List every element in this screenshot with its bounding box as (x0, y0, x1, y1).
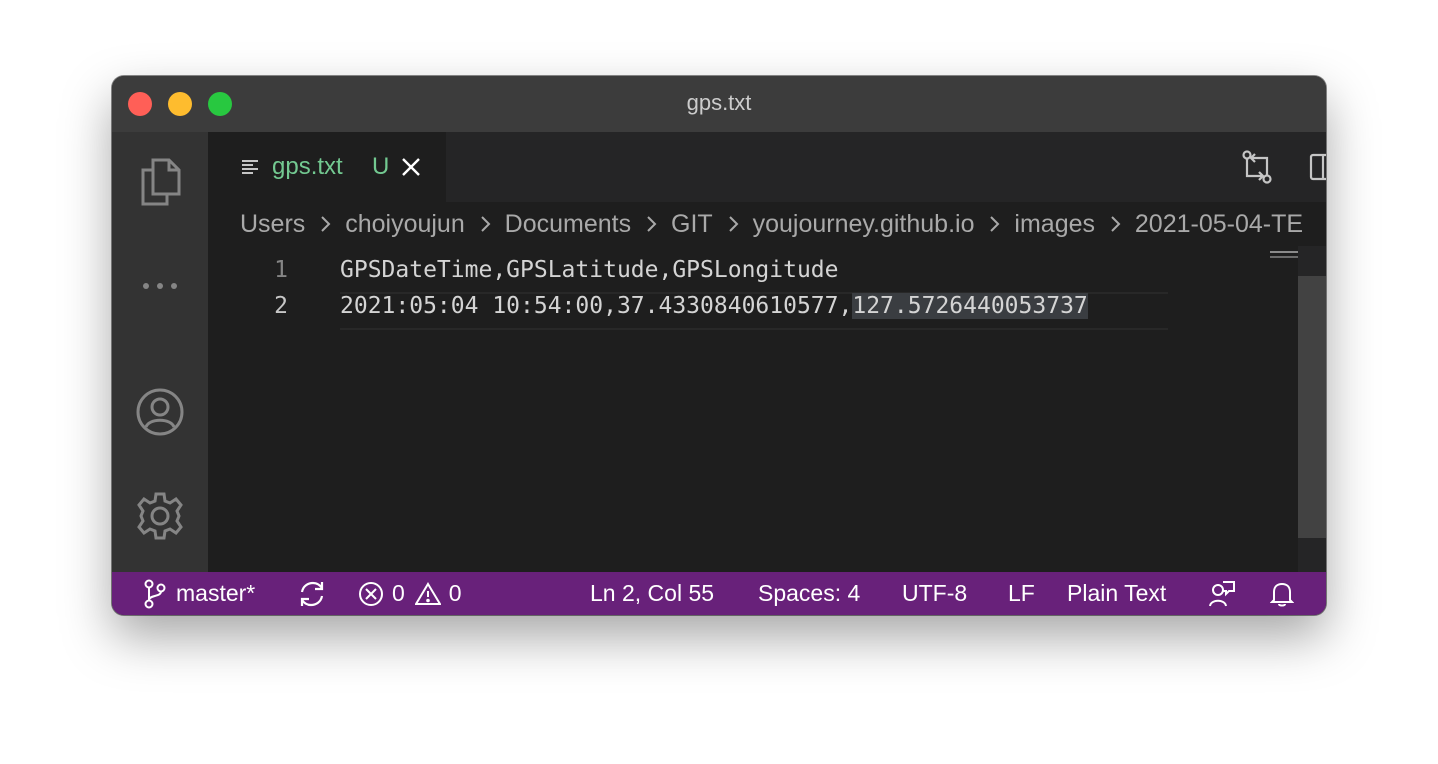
breadcrumb-item[interactable]: images (1014, 202, 1095, 246)
split-editor-icon[interactable] (1306, 150, 1326, 184)
code-line: 1 GPSDateTime,GPSLatitude,GPSLongitude (208, 252, 1268, 288)
chevron-right-icon (728, 216, 739, 232)
account-icon[interactable] (134, 386, 186, 438)
error-count: 0 (392, 580, 405, 606)
selected-text: 127.5726440053737 (852, 293, 1088, 319)
language-mode[interactable]: Plain Text (1067, 572, 1166, 615)
code-line: 2 2021:05:04 10:54:00,37.4330840610577,1… (208, 288, 1268, 324)
breadcrumb: Users choiyoujun Documents GIT youjourne… (208, 202, 1326, 246)
chevron-right-icon (647, 216, 657, 232)
open-changes-icon[interactable] (1240, 150, 1274, 184)
vscode-window: gps.txt gps.txt U Users choiyoujun Docum… (112, 76, 1326, 615)
error-icon (359, 581, 383, 606)
tab-gps-txt[interactable]: gps.txt U (208, 132, 446, 202)
text-file-icon (242, 160, 258, 174)
line-text: GPSDateTime,GPSLatitude,GPSLongitude (340, 257, 839, 283)
cursor-position[interactable]: Ln 2, Col 55 (590, 572, 714, 615)
indentation-status[interactable]: Spaces: 4 (758, 572, 860, 615)
branch-status[interactable]: master* (144, 572, 255, 615)
problems-status[interactable]: 0 0 (358, 572, 462, 615)
git-branch-icon (144, 579, 166, 608)
sync-button[interactable] (298, 572, 326, 615)
encoding-status[interactable]: UTF-8 (902, 572, 967, 615)
files-icon[interactable] (134, 156, 186, 208)
chevron-right-icon (480, 216, 491, 232)
line-text: 2021:05:04 10:54:00,37.4330840610577,127… (340, 288, 1088, 324)
bell-icon (1270, 582, 1294, 606)
warning-count: 0 (448, 580, 462, 606)
breadcrumb-item[interactable]: Users (240, 202, 305, 246)
chevron-right-icon (1111, 216, 1121, 232)
breadcrumb-item[interactable]: youjourney.github.io (753, 202, 975, 246)
feedback-button[interactable] (1208, 572, 1236, 615)
sync-icon (300, 581, 324, 606)
tab-label: gps.txt (272, 153, 343, 180)
warning-icon (414, 581, 441, 605)
breadcrumb-item[interactable]: 2021-05-04-TE (1135, 202, 1303, 246)
scrollbar-thumb[interactable] (1298, 276, 1326, 538)
tab-bar: gps.txt U (208, 132, 1326, 202)
window-title: gps.txt (686, 90, 752, 115)
branch-name: master* (176, 580, 256, 606)
settings-gear-icon[interactable] (134, 490, 186, 542)
untracked-badge: U (372, 153, 390, 180)
line-number: 2 (274, 293, 288, 319)
breadcrumb-item[interactable]: choiyoujun (345, 202, 465, 246)
more-icon[interactable] (134, 260, 186, 312)
chevron-right-icon (990, 216, 1000, 232)
breadcrumb-item[interactable]: GIT (671, 202, 713, 246)
chevron-right-icon (321, 216, 331, 232)
feedback-icon (1209, 580, 1235, 606)
status-bar: master* 0 0 Ln 2, Col 55 Spaces: 4 UTF-8… (112, 572, 1326, 615)
breadcrumb-item[interactable]: Documents (505, 202, 631, 246)
notifications-button[interactable] (1270, 572, 1294, 615)
code-view[interactable]: 1 GPSDateTime,GPSLatitude,GPSLongitude 2… (208, 252, 1326, 572)
vertical-scrollbar[interactable] (1298, 246, 1326, 572)
editor-area: gps.txt U Users choiyoujun Documents GIT… (208, 132, 1326, 572)
line-number: 1 (274, 257, 288, 283)
eol-status[interactable]: LF (1008, 572, 1035, 615)
line-text-unselected: 2021:05:04 10:54:00,37.4330840610577, (340, 293, 853, 319)
close-icon[interactable] (400, 156, 422, 178)
activity-bar (112, 132, 208, 572)
title-bar: gps.txt (112, 76, 1326, 132)
